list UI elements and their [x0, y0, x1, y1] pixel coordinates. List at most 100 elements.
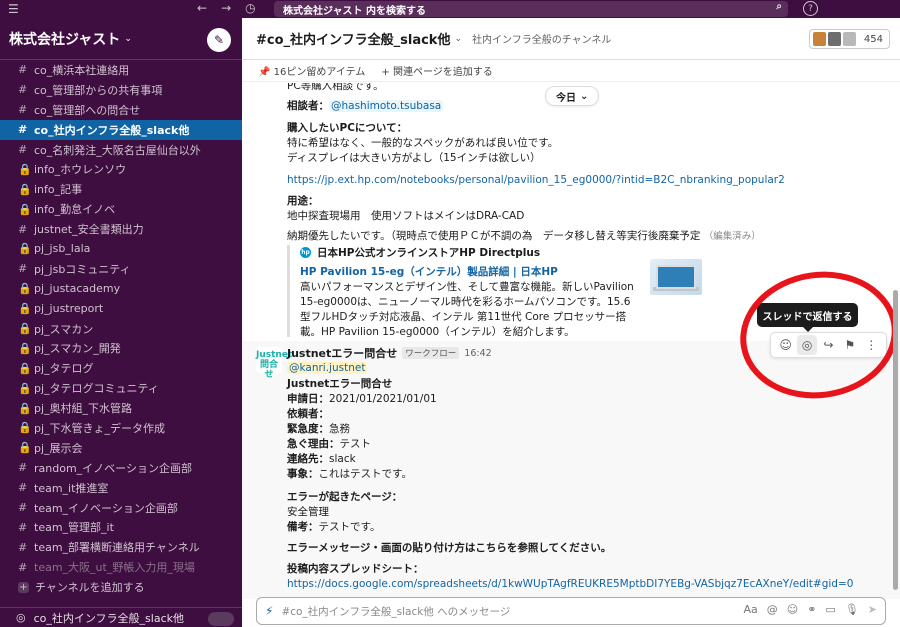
sender-name[interactable]: Justnetエラー問合せ: [287, 345, 397, 361]
sidebar-channel-item[interactable]: # co_横浜本社連絡用: [0, 60, 242, 80]
pinned-items-label: 16ピン留めアイテム: [273, 67, 366, 78]
form-field-row: 急ぐ理由：テスト: [287, 437, 371, 452]
hash-icon: #: [18, 262, 28, 276]
pc-line: ディスプレイは大きい方がよし（15インチは欲しい）: [287, 152, 541, 164]
lock-icon: 🔒: [18, 361, 32, 375]
date-divider-pill[interactable]: 今日 ⌄: [545, 86, 600, 106]
form-field-row: 事象：これはテストです。: [287, 467, 412, 482]
history-icon[interactable]: ◷: [245, 1, 255, 15]
lock-icon: 🔒: [18, 381, 32, 395]
sidebar-channel-item[interactable]: # co_管理部からの共有事項: [0, 80, 242, 100]
chevron-down-icon[interactable]: ⌄: [454, 34, 462, 44]
sidebar-channel-item[interactable]: 🔒 pj_タテログ: [0, 358, 242, 378]
sidebar-channel-item[interactable]: 🔒 pj_タテログコミュニティ: [0, 378, 242, 398]
channel-label: pj_jsbコミュニティ: [34, 262, 131, 276]
avatar[interactable]: Justnet問合せ: [256, 347, 292, 380]
sidebar-channel-item[interactable]: 🔒 pj_スマカン_開発: [0, 338, 242, 358]
video-icon[interactable]: ▭: [825, 603, 835, 616]
avatar: [827, 32, 841, 46]
lock-icon: 🔒: [18, 302, 32, 316]
sidebar-channel-item[interactable]: # random_イノベーション企画部: [0, 458, 242, 478]
sidebar-channel-item[interactable]: # co_名刺発注_大阪名古屋仙台以外: [0, 140, 242, 160]
add-page-link[interactable]: + 関連ページを追加する: [381, 63, 492, 78]
member-list-button[interactable]: 454: [808, 29, 890, 49]
sidebar-channel-item[interactable]: # pj_jsbコミュニティ: [0, 259, 242, 279]
sidebar-channel-item[interactable]: 🔒 pj_justacademy: [0, 279, 242, 299]
sidebar-channel-item[interactable]: 🔒 info_記事: [0, 179, 242, 199]
pc-line: 特に希望はなく、一般的なスペックがあれば良い位です。: [287, 137, 559, 149]
lock-icon: 🔒: [18, 182, 32, 196]
delivery-line: 納期優先したいです。（現時点で使用ＰＣが不調の為 データ移し替え等実行後廃棄予定…: [287, 229, 761, 244]
message-composer[interactable]: ⚡ #co_社内インフラ全般_slack他 へのメッセージ Aa @ ☺ ⚭ ▭…: [256, 597, 886, 625]
channel-label: team_部署横断連絡用チャンネル: [34, 541, 200, 555]
main-pane: #co_社内インフラ全般_slack他 ⌄ 社内インフラ全般のチャンネル 454…: [242, 18, 900, 627]
user-mention[interactable]: @kanri.justnet: [287, 362, 368, 374]
add-channel-button[interactable]: + チャンネルを追加する: [0, 577, 242, 597]
sidebar-channel-item[interactable]: # justnet_安全書類出力: [0, 219, 242, 239]
help-icon[interactable]: ?: [803, 1, 818, 16]
hash-icon: #: [18, 481, 28, 495]
message-line: PC等購入相談です。: [287, 83, 384, 92]
channel-label: team_イノベーション企画部: [34, 501, 178, 515]
channel-title[interactable]: #co_社内インフラ全般_slack他: [256, 29, 450, 48]
hash-icon: #: [18, 222, 28, 236]
form-field-label: 急ぐ理由：: [287, 438, 340, 450]
channel-label: co_名刺発注_大阪名古屋仙台以外: [34, 143, 201, 157]
form-field-label: 連絡先：: [287, 453, 329, 465]
search-input[interactable]: 株式会社ジャスト 内を検索する ⌕: [274, 1, 788, 17]
sidebar-channel-item[interactable]: # co_管理部への問合せ: [0, 100, 242, 120]
send-icon[interactable]: ➤: [868, 603, 877, 616]
sidebar-channel-item[interactable]: # team_部署横断連絡用チャンネル: [0, 537, 242, 557]
lock-icon: 🔒: [18, 202, 32, 216]
sidebar-channel-item[interactable]: # team_管理部_it: [0, 517, 242, 537]
sidebar-channel-item[interactable]: 🔒 pj_展示会: [0, 438, 242, 458]
sidebar-channel-item[interactable]: 🔒 info_勤怠イノベ: [0, 199, 242, 219]
laptop-thumbnail-image[interactable]: [650, 259, 702, 295]
forward-arrow-icon[interactable]: →: [221, 1, 231, 15]
compose-icon[interactable]: ✎: [207, 28, 231, 52]
feed-scrollbar[interactable]: [893, 290, 898, 590]
sidebar-channel-item[interactable]: 🔒 info_ホウレンソウ: [0, 159, 242, 179]
spreadsheet-label: 投稿内容スプレッドシート：: [287, 563, 424, 575]
huddle-toggle[interactable]: [208, 612, 234, 626]
form-heading: Justnetエラー問合せ: [287, 378, 393, 390]
mention-icon[interactable]: @: [767, 603, 778, 616]
menu-icon[interactable]: ☰: [8, 2, 24, 16]
workspace-name[interactable]: 株式会社ジャスト: [9, 29, 120, 49]
channel-label: co_社内インフラ全般_slack他: [34, 123, 190, 137]
mention-line: @kanri.justnet: [287, 361, 368, 376]
sidebar-channel-item[interactable]: # team_大阪_ut_野帳入力用_現場: [0, 557, 242, 577]
mic-icon[interactable]: 🎙: [845, 603, 859, 616]
channel-label: team_管理部_it: [34, 521, 114, 535]
pinned-items-link[interactable]: 📌 16ピン留めアイテム: [258, 63, 365, 78]
sidebar-channel-item[interactable]: # team_it推進室: [0, 478, 242, 498]
shortcuts-icon[interactable]: ⚡: [265, 604, 273, 618]
spreadsheet-link[interactable]: https://docs.google.com/spreadsheets/d/1…: [287, 577, 853, 592]
form-field-value: これはテストです。: [318, 468, 412, 480]
sidebar-channel-item[interactable]: 🔒 pj_justreport: [0, 299, 242, 319]
back-arrow-icon[interactable]: ←: [197, 1, 207, 15]
sidebar-channel-item[interactable]: 🔒 pj_jsb_lala: [0, 239, 242, 259]
lock-icon: 🔒: [18, 421, 32, 435]
edited-label: （編集済み）: [703, 231, 761, 242]
emoji-icon[interactable]: ☺: [787, 603, 798, 616]
preview-description: 高いパフォーマンスとデザイン性、そして豊富な機能。新しいPavilion 15-…: [300, 281, 634, 338]
format-icon[interactable]: Aa: [743, 603, 757, 616]
sidebar-channel-item[interactable]: 🔒 pj_奥村組_下水管路: [0, 398, 242, 418]
sidebar-channel-item[interactable]: # team_イノベーション企画部: [0, 498, 242, 518]
message-timestamp[interactable]: 16:42: [464, 348, 491, 359]
user-mention[interactable]: @hashimoto.tsubasa: [329, 100, 444, 112]
workspace-header[interactable]: 株式会社ジャスト ⌄ ✎: [0, 18, 242, 60]
attach-icon[interactable]: ⚭: [807, 603, 816, 616]
sidebar-channel-item[interactable]: 🔒 pj_スマカン: [0, 319, 242, 339]
form-field-value: テスト: [339, 438, 372, 450]
history-nav: ← → ◷: [197, 1, 256, 15]
sidebar-channel-item[interactable]: # co_社内インフラ全般_slack他: [0, 119, 242, 140]
hash-icon: #: [18, 83, 28, 97]
form-field-value: 急務: [329, 423, 350, 435]
product-link[interactable]: https://jp.ext.hp.com/notebooks/personal…: [287, 173, 785, 188]
sidebar-channel-item[interactable]: 🔒 pj_下水管きょ_データ作成: [0, 418, 242, 438]
preview-site: hp 日本HP公式オンラインストアHP Directplus: [300, 245, 707, 260]
preview-title-link[interactable]: HP Pavilion 15-eg（インテル）製品詳細 | 日本HP: [300, 264, 707, 279]
sidebar-huddle-bar[interactable]: ◎ co_社内インフラ全般_slack他: [0, 607, 242, 627]
